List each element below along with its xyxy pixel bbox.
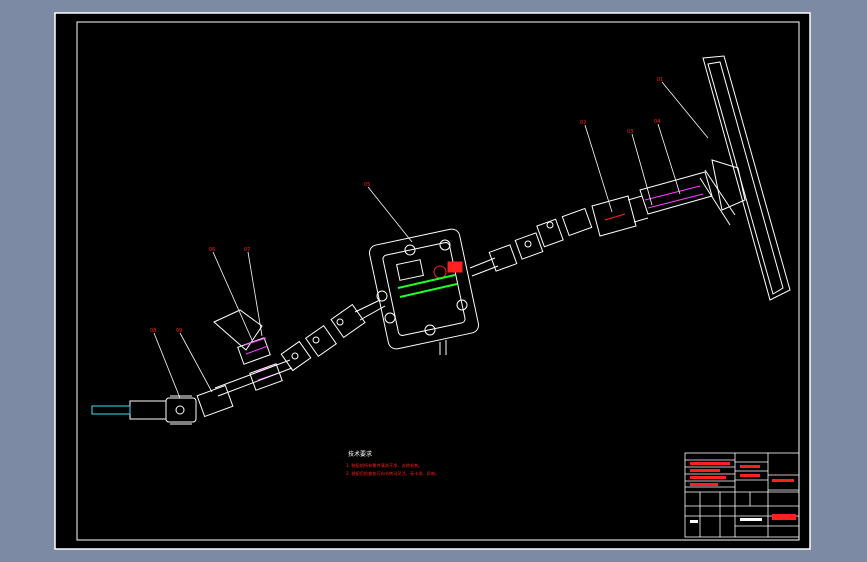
callout-label: 03: [627, 129, 633, 135]
callout-label: 04: [654, 119, 660, 125]
notes-heading: 技术要求: [348, 450, 372, 458]
callout-label: 06: [209, 247, 215, 253]
cad-viewport[interactable]: 01 02 03 04 05 06 07 08 09 技术要求 1. 装配前所有…: [0, 0, 867, 562]
callout-label: 05: [364, 182, 370, 188]
note-line: 2. 装配后检查各万向节转动灵活，无卡滞、异响。: [346, 470, 439, 477]
callout-label: 02: [580, 120, 586, 126]
callout-label: 01: [657, 77, 663, 83]
note-line: 1. 装配前所有零件清洗干净，去除毛刺。: [346, 462, 423, 469]
callout-label: 07: [244, 247, 250, 253]
callout-label: 08: [150, 328, 156, 334]
drawing-canvas[interactable]: 01 02 03 04 05 06 07 08 09 技术要求 1. 装配前所有…: [0, 0, 867, 562]
callout-label: 09: [176, 328, 182, 334]
